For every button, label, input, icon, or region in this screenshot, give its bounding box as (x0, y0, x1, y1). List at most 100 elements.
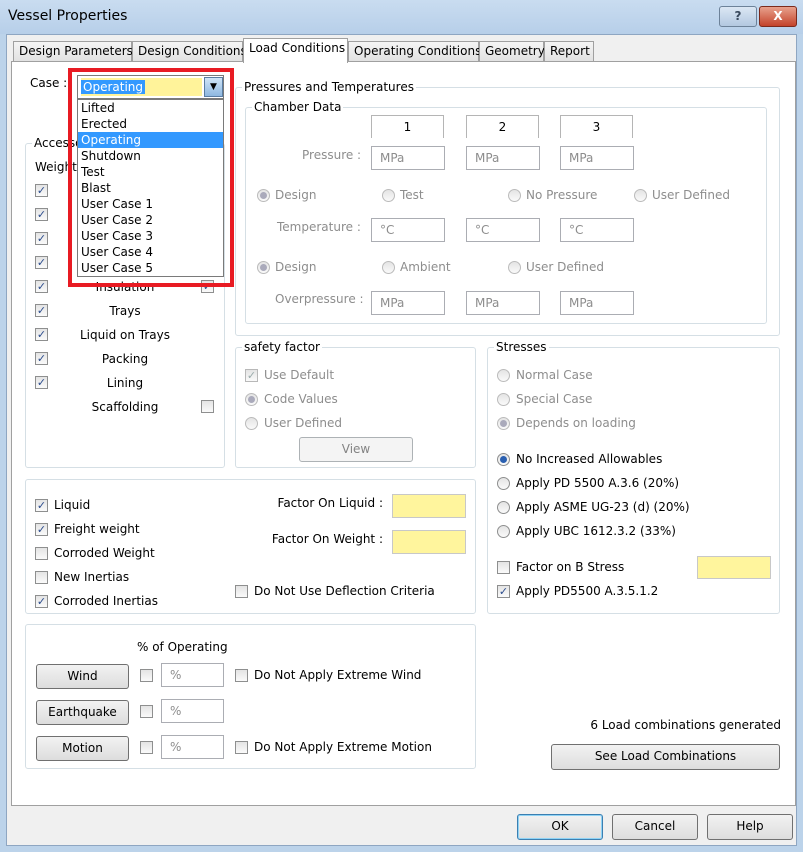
weight-checkbox[interactable]: ✓ (35, 184, 48, 197)
overpressure-input-1[interactable]: MPa (371, 291, 445, 315)
pressure-label: Pressure : (302, 148, 362, 162)
weight-checkbox[interactable]: ✓ (35, 208, 48, 221)
code-values-label: Code Values (264, 392, 338, 406)
factor-on-liquid-label: Factor On Liquid : (277, 496, 383, 510)
pd5500-label: Apply PD 5500 A.3.6 (20%) (516, 476, 680, 490)
no-extreme-wind-checkbox[interactable] (235, 669, 248, 682)
normal-case-radio[interactable] (497, 369, 510, 382)
apply-pd5500-a35-checkbox[interactable]: ✓ (497, 585, 510, 598)
highlight-rectangle (68, 68, 234, 287)
corroded-weight-checkbox[interactable] (35, 547, 48, 560)
wind-checkbox[interactable] (140, 669, 153, 682)
close-button[interactable]: X (759, 6, 797, 27)
no-extreme-motion-checkbox[interactable] (235, 741, 248, 754)
temp-user-defined-radio[interactable] (508, 261, 521, 274)
help-button[interactable]: Help (707, 814, 793, 840)
pressure-input-1[interactable]: MPa (371, 146, 445, 170)
ubc-radio[interactable] (497, 525, 510, 538)
temperature-input-3[interactable]: °C (560, 218, 634, 242)
safety-user-defined-radio[interactable] (245, 417, 258, 430)
case-label: Case : (30, 76, 68, 90)
use-default-label: Use Default (264, 368, 335, 382)
pressure-user-defined-radio[interactable] (634, 189, 647, 202)
pressure-input-2[interactable]: MPa (466, 146, 540, 170)
cancel-button[interactable]: Cancel (612, 814, 698, 840)
temperature-label: Temperature : (277, 220, 361, 234)
view-button[interactable]: View (299, 437, 413, 462)
temperature-input-2[interactable]: °C (466, 218, 540, 242)
liquid-on-trays-label: Liquid on Trays (80, 328, 170, 342)
use-default-checkbox[interactable]: ✓ (245, 369, 258, 382)
overpressure-input-3[interactable]: MPa (560, 291, 634, 315)
packing-label: Packing (101, 352, 149, 366)
liquid-on-trays-checkbox[interactable]: ✓ (35, 328, 48, 341)
earthquake-checkbox[interactable] (140, 705, 153, 718)
weight-checkbox[interactable]: ✓ (35, 232, 48, 245)
wind-percent-input[interactable]: % (161, 663, 224, 687)
ok-button[interactable]: OK (517, 814, 603, 840)
corroded-inertias-label: Corroded Inertias (54, 594, 158, 608)
apply-pd5500-a35-label: Apply PD5500 A.3.5.1.2 (516, 584, 659, 598)
safety-user-defined-label: User Defined (264, 416, 342, 430)
tab-report[interactable]: Report (544, 41, 594, 62)
tab-geometry[interactable]: Geometry (479, 41, 545, 62)
pressure-user-defined-label: User Defined (652, 188, 730, 202)
no-extreme-wind-label: Do Not Apply Extreme Wind (254, 668, 422, 682)
factor-b-stress-checkbox[interactable] (497, 561, 510, 574)
motion-checkbox[interactable] (140, 741, 153, 754)
trays-checkbox[interactable]: ✓ (35, 304, 48, 317)
tab-design-conditions[interactable]: Design Conditions (132, 41, 247, 62)
factor-b-stress-input[interactable] (697, 556, 771, 579)
no-pressure-radio[interactable] (508, 189, 521, 202)
special-case-radio[interactable] (497, 393, 510, 406)
earthquake-percent-input[interactable]: % (161, 699, 224, 723)
corroded-weight-label: Corroded Weight (54, 546, 155, 560)
pressure-design-radio[interactable] (257, 189, 270, 202)
motion-button[interactable]: Motion (36, 736, 129, 761)
ubc-label: Apply UBC 1612.3.2 (33%) (516, 524, 676, 538)
no-extreme-motion-label: Do Not Apply Extreme Motion (254, 740, 432, 754)
load-combinations-count: 6 Load combinations generated (590, 718, 781, 732)
no-increased-allowables-label: No Increased Allowables (516, 452, 663, 466)
special-case-label: Special Case (516, 392, 593, 406)
see-load-combinations-button[interactable]: See Load Combinations (551, 744, 780, 770)
tab-design-parameters[interactable]: Design Parameters (13, 41, 133, 62)
liquid-checkbox[interactable]: ✓ (35, 499, 48, 512)
temp-ambient-label: Ambient (400, 260, 451, 274)
pressure-input-3[interactable]: MPa (560, 146, 634, 170)
pressure-design-label: Design (275, 188, 317, 202)
insulation-checkbox[interactable]: ✓ (35, 280, 48, 293)
help-title-button[interactable]: ? (719, 6, 757, 27)
code-values-radio[interactable] (245, 393, 258, 406)
factor-on-weight-input[interactable] (392, 530, 466, 554)
packing-checkbox[interactable]: ✓ (35, 352, 48, 365)
pt-title: Pressures and Temperatures (242, 80, 416, 94)
wind-button[interactable]: Wind (36, 664, 129, 689)
chamber-title: Chamber Data (252, 100, 344, 114)
depends-on-loading-label: Depends on loading (516, 416, 636, 430)
pressure-test-label: Test (400, 188, 424, 202)
temp-ambient-radio[interactable] (382, 261, 395, 274)
tab-load-conditions[interactable]: Load Conditions (243, 38, 348, 63)
temperature-input-1[interactable]: °C (371, 218, 445, 242)
overpressure-input-2[interactable]: MPa (466, 291, 540, 315)
new-inertias-checkbox[interactable] (35, 571, 48, 584)
no-increased-allowables-radio[interactable] (497, 453, 510, 466)
weight-checkbox[interactable]: ✓ (35, 256, 48, 269)
motion-percent-input[interactable]: % (161, 735, 224, 759)
scaffolding-checkbox[interactable] (201, 400, 214, 413)
lining-checkbox[interactable]: ✓ (35, 376, 48, 389)
pd5500-radio[interactable] (497, 477, 510, 490)
temp-design-radio[interactable] (257, 261, 270, 274)
factor-on-liquid-input[interactable] (392, 494, 466, 518)
depends-on-loading-radio[interactable] (497, 417, 510, 430)
tab-operating-conditions[interactable]: Operating Conditions (348, 41, 481, 62)
no-deflection-checkbox[interactable] (235, 585, 248, 598)
lining-label: Lining (106, 376, 144, 390)
freight-weight-checkbox[interactable]: ✓ (35, 523, 48, 536)
earthquake-button[interactable]: Earthquake (36, 700, 129, 725)
corroded-inertias-checkbox[interactable]: ✓ (35, 595, 48, 608)
asme-radio[interactable] (497, 501, 510, 514)
factor-b-stress-label: Factor on B Stress (516, 560, 625, 574)
pressure-test-radio[interactable] (382, 189, 395, 202)
